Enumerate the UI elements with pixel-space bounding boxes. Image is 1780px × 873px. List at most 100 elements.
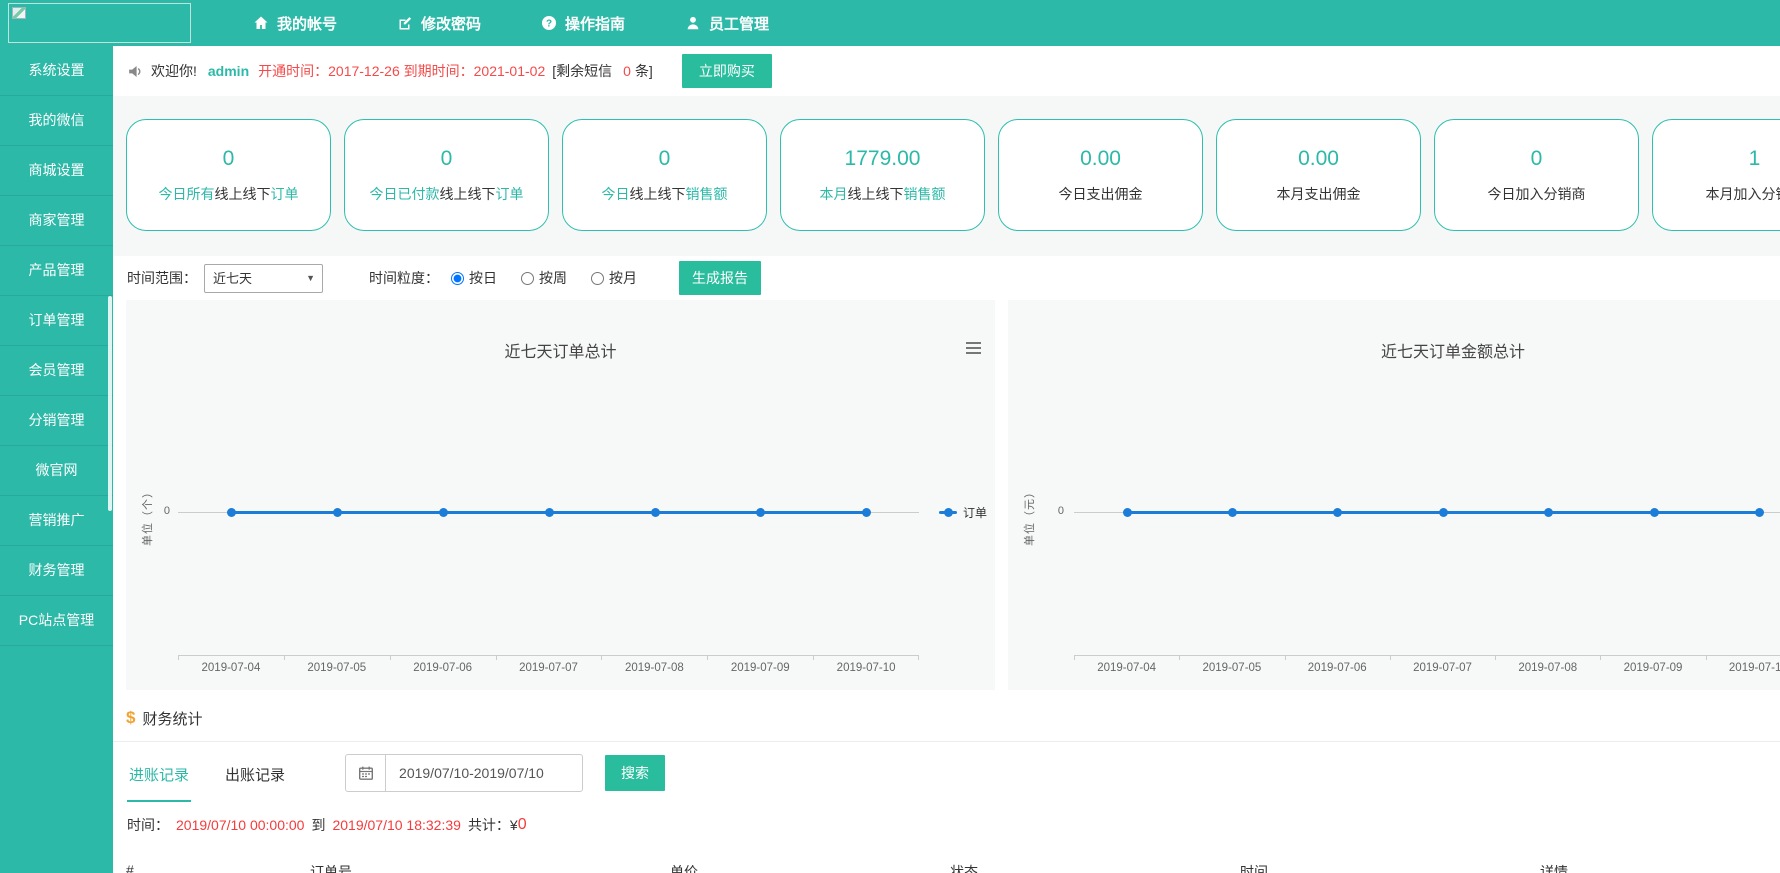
stat-value: 0.00: [1080, 147, 1121, 171]
data-point: [545, 508, 554, 517]
total-value: 0: [518, 816, 527, 834]
broken-image-icon: [12, 7, 26, 19]
granularity-radio-monthly[interactable]: [591, 272, 604, 285]
finance-section-title: 财务统计: [142, 708, 202, 729]
buy-now-button[interactable]: 立即购买: [682, 54, 772, 88]
y-axis-tick: 0: [1040, 505, 1064, 517]
records-table-header: # 订单号 单价 状态 时间 详情: [113, 846, 1780, 873]
stat-value: 1779.00: [845, 147, 921, 171]
sidebar-item-mall-settings[interactable]: 商城设置: [0, 146, 113, 196]
sidebar-item-micro-site[interactable]: 微官网: [0, 446, 113, 496]
data-point: [439, 508, 448, 517]
stat-value: 0: [441, 147, 453, 171]
time-end: 2019/07/10 18:32:39: [332, 817, 460, 833]
svg-text:?: ?: [546, 19, 552, 30]
dollar-icon: $: [126, 708, 135, 728]
account-period: 开通时间：2017-12-26 到期时间：2021-01-02: [258, 61, 545, 81]
granularity-option-weekly[interactable]: 按周: [521, 268, 567, 288]
data-point: [227, 508, 236, 517]
sidebar-item-pc-site-mgmt[interactable]: PC站点管理: [0, 596, 113, 646]
data-point: [1228, 508, 1237, 517]
x-axis: [178, 655, 919, 656]
date-range-value[interactable]: 2019/07/10-2019/07/10: [386, 755, 582, 791]
stat-value: 1: [1749, 147, 1761, 171]
sms-remaining-count: 0: [623, 63, 631, 79]
stat-card: 0 今日所有线上线下订单: [126, 119, 331, 231]
granularity-option-daily[interactable]: 按日: [451, 268, 497, 288]
nav-my-account[interactable]: 我的帐号: [223, 0, 367, 46]
time-summary-row: 时间： 2019/07/10 00:00:00 到 2019/07/10 18:…: [113, 804, 1780, 846]
granularity-label: 时间粒度：: [369, 268, 439, 288]
stat-value: 0: [659, 147, 671, 171]
x-axis-labels: 2019-07-042019-07-052019-07-062019-07-07…: [1074, 662, 1780, 674]
sidebar-item-my-wechat[interactable]: 我的微信: [0, 96, 113, 146]
stat-label: 今日线上线下销售额: [602, 184, 728, 204]
time-start: 2019/07/10 00:00:00: [176, 817, 304, 833]
orders-line-chart: 近七天订单总计 单位（个） 0 2019-07-042019-07-052019…: [126, 300, 995, 690]
stat-value: 0: [223, 147, 235, 171]
calendar-icon: [346, 755, 386, 791]
data-point: [333, 508, 342, 517]
order-amount-line-chart: 近七天订单金额总计 单位（元） 0 2019-07-042019-07-0520…: [1008, 300, 1780, 690]
sidebar-item-system-settings[interactable]: 系统设置: [0, 46, 113, 96]
sidebar-item-marketing[interactable]: 营销推广: [0, 496, 113, 546]
data-point: [1123, 508, 1132, 517]
col-order-no: 订单号: [310, 862, 352, 873]
col-detail: 详情: [1540, 862, 1568, 873]
tab-expense-records[interactable]: 出账记录: [223, 745, 287, 802]
welcome-bar: 欢迎你! admin 开通时间：2017-12-26 到期时间：2021-01-…: [113, 46, 1780, 96]
search-button[interactable]: 搜索: [605, 755, 665, 791]
total-label: 共计：¥: [468, 815, 518, 835]
data-point: [862, 508, 871, 517]
granularity-radio-weekly[interactable]: [521, 272, 534, 285]
nav-staff[interactable]: 员工管理: [655, 0, 799, 46]
stat-card: 0 今日已付款线上线下订单: [344, 119, 549, 231]
col-index: #: [126, 862, 134, 873]
logo: [8, 3, 191, 43]
chart-menu-icon[interactable]: [964, 340, 983, 359]
data-point: [651, 508, 660, 517]
sidebar-item-distribution-mgmt[interactable]: 分销管理: [0, 396, 113, 446]
tab-income-records[interactable]: 进账记录: [127, 745, 191, 802]
granularity-radio-group: 按日 按周 按月: [451, 268, 661, 288]
time-range-select[interactable]: 近七天: [204, 264, 323, 293]
sidebar-item-order-mgmt[interactable]: 订单管理: [0, 296, 113, 346]
time-label: 时间：: [127, 815, 169, 835]
data-point: [1755, 508, 1764, 517]
stat-label: 本月线上线下销售额: [820, 184, 946, 204]
nav-change-password[interactable]: 修改密码: [367, 0, 511, 46]
main-content: 欢迎你! admin 开通时间：2017-12-26 到期时间：2021-01-…: [113, 46, 1780, 873]
time-range-select-wrap: 近七天 ▼: [204, 264, 323, 293]
nav-guide[interactable]: ? 操作指南: [511, 0, 655, 46]
nav-label: 操作指南: [565, 13, 625, 34]
stat-card: 0 今日线上线下销售额: [562, 119, 767, 231]
sidebar-item-merchant-mgmt[interactable]: 商家管理: [0, 196, 113, 246]
nav-label: 修改密码: [421, 13, 481, 34]
col-price: 单价: [670, 862, 698, 873]
scrollbar-thumb[interactable]: [108, 296, 112, 511]
y-axis-name: 单位（元）: [1021, 461, 1037, 571]
stat-label: 今日已付款线上线下订单: [370, 184, 524, 204]
question-icon: ?: [541, 15, 557, 31]
sidebar-item-product-mgmt[interactable]: 产品管理: [0, 246, 113, 296]
stat-label: 本月加入分销商: [1706, 184, 1780, 204]
stat-label: 今日所有线上线下订单: [159, 184, 299, 204]
col-status: 状态: [950, 862, 978, 873]
generate-report-button[interactable]: 生成报告: [679, 261, 761, 295]
stat-card: 1 本月加入分销商: [1652, 119, 1780, 231]
chart-title: 近七天订单总计: [126, 338, 995, 362]
chart-legend[interactable]: 订单: [939, 504, 987, 521]
data-point: [1439, 508, 1448, 517]
stat-card: 1779.00 本月线上线下销售额: [780, 119, 985, 231]
user-icon: [685, 15, 701, 31]
granularity-option-monthly[interactable]: 按月: [591, 268, 637, 288]
charts-row: 近七天订单总计 单位（个） 0 2019-07-042019-07-052019…: [113, 300, 1780, 695]
to-label: 到: [311, 815, 325, 835]
granularity-radio-daily[interactable]: [451, 272, 464, 285]
date-range-picker[interactable]: 2019/07/10-2019/07/10: [345, 754, 583, 792]
data-point: [1650, 508, 1659, 517]
y-axis-tick: 0: [146, 505, 170, 517]
sidebar-item-finance-mgmt[interactable]: 财务管理: [0, 546, 113, 596]
data-point: [1333, 508, 1342, 517]
sidebar-item-member-mgmt[interactable]: 会员管理: [0, 346, 113, 396]
